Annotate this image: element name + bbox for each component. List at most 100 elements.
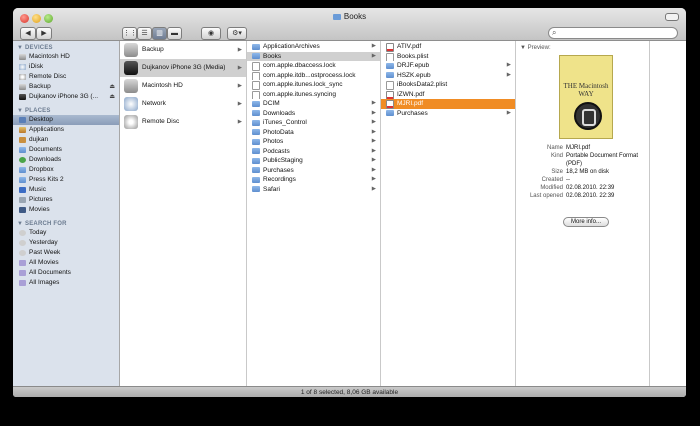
sidebar-item-documents[interactable]: Documents — [13, 145, 119, 155]
sidebar-item-applications[interactable]: Applications — [13, 125, 119, 135]
list-item[interactable]: Safari ▶ — [247, 185, 380, 195]
list-item[interactable]: iTunes_Control ▶ — [247, 118, 380, 128]
folder-icon — [252, 138, 260, 145]
list-item-label: MJRI.pdf — [397, 100, 424, 107]
hard-drive-icon — [19, 54, 26, 60]
list-item-label: Safari — [263, 185, 280, 193]
network-icon — [124, 97, 138, 111]
sidebar-item-label: Dujkanov iPhone 3G (... — [29, 93, 99, 100]
list-item[interactable]: DCIM ▶ — [247, 99, 380, 109]
list-item-iphone-media[interactable]: Dujkanov iPhone 3G (Media) ▶ — [120, 59, 246, 77]
quicklook-button[interactable]: ◉ — [201, 27, 221, 40]
list-item-remote-disc[interactable]: Remote Disc ▶ — [120, 113, 246, 131]
column-books: ATIV.pdf Books.plist DRJF.epub ▶ HSZK.epu… — [381, 41, 516, 387]
sidebar-item-downloads[interactable]: Downloads — [13, 155, 119, 165]
window-title: Books — [13, 12, 686, 21]
sidebar-item-today[interactable]: Today — [13, 228, 119, 238]
list-item[interactable]: ApplicationArchives ▶ — [247, 42, 380, 52]
list-item-backup[interactable]: Backup ▶ — [120, 41, 246, 59]
smart-folder-icon — [19, 260, 26, 266]
file-icon — [252, 81, 260, 90]
book-cover-thumbnail[interactable]: THE Macintosh WAY — [559, 55, 613, 139]
sidebar-item-label: Press Kits 2 — [29, 176, 64, 183]
list-item[interactable]: Podcasts ▶ — [247, 147, 380, 157]
sidebar-item-dropbox[interactable]: Dropbox — [13, 165, 119, 175]
list-item[interactable]: iBooksData2.plist — [381, 80, 515, 90]
list-item-macintosh-hd[interactable]: Macintosh HD ▶ — [120, 77, 246, 95]
sidebar-item-desktop[interactable]: Desktop — [13, 115, 119, 125]
sidebar-item-iphone[interactable]: Dujkanov iPhone 3G (... ⏏ — [13, 92, 119, 102]
list-item[interactable]: PublicStaging ▶ — [247, 156, 380, 166]
eject-icon[interactable]: ⏏ — [109, 82, 115, 92]
list-item[interactable]: ATIV.pdf — [381, 42, 515, 52]
list-item[interactable]: IZWN.pdf — [381, 90, 515, 99]
disclosure-arrow-icon: ▶ — [506, 62, 511, 68]
folder-icon — [332, 14, 341, 20]
list-item[interactable]: Downloads ▶ — [247, 109, 380, 119]
sidebar-item-all-documents[interactable]: All Documents — [13, 268, 119, 278]
more-info-button[interactable]: More info... — [563, 217, 609, 227]
list-item[interactable]: Books.plist — [381, 52, 515, 61]
list-item-network[interactable]: Network ▶ — [120, 95, 246, 113]
sidebar-item-home[interactable]: dujkan — [13, 135, 119, 145]
list-item[interactable]: com.apple.itdb...ostprocess.lock — [247, 71, 380, 80]
folder-icon — [386, 72, 394, 78]
list-view-button[interactable]: ☰ — [137, 27, 152, 40]
column-view-button[interactable]: ▥ — [152, 27, 167, 40]
sidebar-item-label: All Documents — [29, 269, 71, 276]
sidebar-item-past-week[interactable]: Past Week — [13, 248, 119, 258]
remote-disc-icon — [124, 115, 138, 129]
list-item-label: Recordings — [263, 176, 296, 183]
folder-icon — [252, 167, 260, 173]
sidebar-item-label: iDisk — [29, 63, 44, 70]
list-item-label: Dujkanov iPhone 3G (Media) — [142, 64, 226, 71]
list-item[interactable]: DRJF.epub ▶ — [381, 61, 515, 71]
sidebar-item-pictures[interactable]: Pictures — [13, 195, 119, 205]
sidebar-item-label: Macintosh HD — [29, 53, 70, 60]
title-bar[interactable]: Books ◀ ▶ ⋮⋮ ☰ ▥ ▬ ◉ ⚙▾ ⌕ — [13, 8, 686, 41]
list-item[interactable]: Photos ▶ — [247, 137, 380, 147]
list-item[interactable]: com.apple.itunes.lock_sync — [247, 80, 380, 90]
icon-view-button[interactable]: ⋮⋮ — [122, 27, 137, 40]
sidebar-item-backup[interactable]: Backup ⏏ — [13, 82, 119, 92]
list-item-books[interactable]: Books ▶ — [247, 51, 380, 61]
disclosure-arrow-icon: ▶ — [371, 52, 376, 59]
sidebar-item-press-kits[interactable]: Press Kits 2 — [13, 175, 119, 185]
list-item[interactable]: Recordings ▶ — [247, 175, 380, 185]
eject-icon[interactable]: ⏏ — [109, 92, 115, 102]
list-item[interactable]: com.apple.dbaccess.lock — [247, 61, 380, 71]
sidebar-item-idisk[interactable]: iDisk — [13, 62, 119, 72]
list-item-label: com.apple.itunes.syncing — [263, 90, 336, 98]
list-item-selected[interactable]: MJRI.pdf — [381, 99, 515, 109]
folder-icon — [252, 119, 260, 126]
sidebar-item-movies[interactable]: Movies — [13, 205, 119, 215]
sidebar-item-label: All Images — [29, 279, 60, 286]
idisk-icon — [19, 64, 26, 70]
sidebar-item-remote-disc[interactable]: Remote Disc — [13, 72, 119, 82]
list-item[interactable]: HSZK.epub ▶ — [381, 71, 515, 81]
sidebar-item-label: Desktop — [29, 116, 53, 123]
folder-icon — [252, 43, 260, 50]
action-menu-button[interactable]: ⚙▾ — [227, 27, 247, 40]
file-icon — [252, 90, 260, 99]
sidebar-item-yesterday[interactable]: Yesterday — [13, 238, 119, 248]
list-item[interactable]: Purchases ▶ — [381, 109, 515, 119]
sidebar-item-all-images[interactable]: All Images — [13, 278, 119, 288]
forward-button[interactable]: ▶ — [36, 27, 52, 40]
coverflow-view-button[interactable]: ▬ — [167, 27, 182, 40]
back-button[interactable]: ◀ — [20, 27, 36, 40]
list-item[interactable]: Purchases ▶ — [247, 166, 380, 176]
list-item[interactable]: com.apple.itunes.syncing — [247, 90, 380, 99]
sidebar-item-macintosh-hd[interactable]: Macintosh HD — [13, 52, 119, 62]
search-field[interactable]: ⌕ — [548, 27, 678, 39]
info-key: Kind — [550, 153, 563, 159]
toolbar-toggle-button[interactable] — [665, 13, 679, 21]
file-icon — [386, 52, 394, 61]
list-item-label: ATIV.pdf — [397, 43, 422, 50]
sidebar-item-music[interactable]: Music — [13, 185, 119, 195]
finder-window: Books ◀ ▶ ⋮⋮ ☰ ▥ ▬ ◉ ⚙▾ ⌕ ▼ DEVICES Maci… — [13, 8, 686, 397]
list-item[interactable]: PhotoData ▶ — [247, 128, 380, 138]
sidebar-item-all-movies[interactable]: All Movies — [13, 258, 119, 268]
sidebar-item-label: Backup — [29, 83, 51, 90]
status-bar: 1 of 8 selected, 8,06 GB available — [13, 386, 686, 397]
